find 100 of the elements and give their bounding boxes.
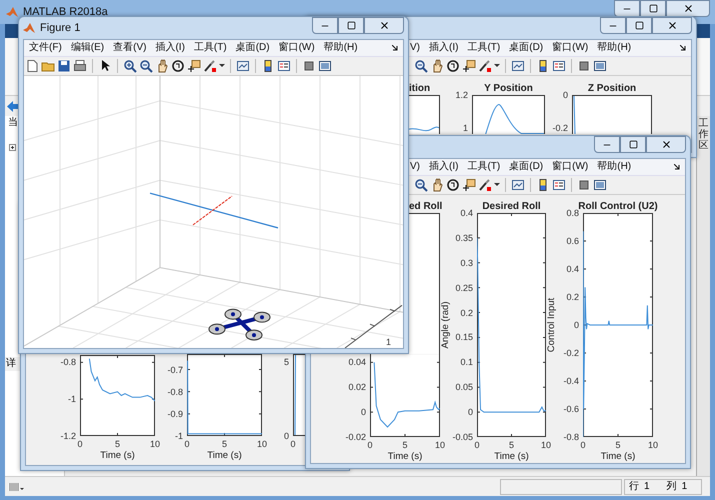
menu-item[interactable]: 帮助(H): [597, 160, 632, 174]
square-icon[interactable]: [577, 59, 591, 73]
y-axis-label: Control Input: [544, 298, 558, 352]
menu-item[interactable]: 文件(F): [29, 41, 62, 55]
zoom-out-icon[interactable]: [414, 59, 428, 73]
menu-item[interactable]: 工具(T): [194, 41, 227, 55]
brush-icon[interactable]: [478, 59, 492, 73]
legend-icon[interactable]: [277, 59, 291, 73]
data-cursor-icon[interactable]: [462, 59, 476, 73]
y-tick-label: 0.15: [455, 331, 473, 344]
y-tick-label: 0.8: [566, 208, 579, 219]
x-tick-label: 0: [368, 439, 372, 451]
window-title: Figure 1: [40, 20, 80, 36]
legend-icon[interactable]: [552, 59, 566, 73]
square-icon[interactable]: [302, 59, 316, 73]
menu-item[interactable]: 桌面(D): [509, 160, 544, 174]
menu-item[interactable]: 窗口(W): [552, 160, 588, 174]
panel-header: 当: [7, 116, 19, 130]
new-file-icon[interactable]: [25, 59, 39, 73]
maximize-icon: [346, 21, 356, 30]
panel-icon[interactable]: [593, 59, 607, 73]
maximize-button[interactable]: [620, 136, 646, 153]
menu-item[interactable]: V): [410, 160, 420, 174]
close-icon: [666, 20, 678, 31]
y-tick-label: 0.4: [566, 263, 579, 275]
brush-icon[interactable]: [478, 178, 492, 192]
menu-item[interactable]: 插入(I): [429, 160, 458, 174]
menu-item[interactable]: 工具(T): [467, 160, 500, 174]
y-tick-label: 5: [284, 356, 289, 368]
rotate-icon[interactable]: [446, 178, 460, 192]
menu-item[interactable]: 帮助(H): [597, 41, 632, 55]
brush-icon[interactable]: [203, 59, 217, 73]
zoom-out-icon[interactable]: [414, 178, 428, 192]
column-label: 列: [666, 480, 677, 494]
close-icon: [682, 3, 694, 14]
minimize-button[interactable]: [614, 0, 640, 17]
y-axis-label: Angle (rad): [438, 302, 452, 348]
print-icon[interactable]: [73, 59, 87, 73]
panel-icon[interactable]: [318, 59, 332, 73]
menu-item[interactable]: 查看(V): [113, 41, 146, 55]
grip-icon[interactable]: [9, 482, 25, 492]
column-value: 1: [682, 480, 688, 494]
zoom-in-icon[interactable]: [123, 59, 137, 73]
menu-item[interactable]: 窗口(W): [552, 41, 588, 55]
menu-item[interactable]: 编辑(E): [70, 41, 104, 55]
back-arrow-icon[interactable]: [7, 100, 19, 112]
caret-icon[interactable]: [219, 64, 225, 68]
rotate-icon[interactable]: [446, 59, 460, 73]
square-icon[interactable]: [577, 178, 591, 192]
y-tick-label: 0.6: [566, 235, 579, 247]
expand-icon[interactable]: [9, 144, 16, 151]
data-line: [374, 362, 440, 428]
data-cursor-icon[interactable]: [462, 178, 476, 192]
x-axis-label: Time (s): [600, 450, 636, 464]
y-tick-label: 0: [284, 430, 289, 442]
panel-icon[interactable]: [593, 178, 607, 192]
menu-item[interactable]: 帮助(H): [324, 41, 358, 55]
save-icon[interactable]: [57, 59, 71, 73]
menu-item[interactable]: 插入(I): [429, 41, 458, 55]
close-button[interactable]: [364, 17, 404, 34]
menu-item[interactable]: V): [410, 41, 420, 55]
close-button[interactable]: [666, 0, 710, 17]
close-icon: [660, 139, 672, 150]
link-icon[interactable]: [236, 59, 250, 73]
close-button[interactable]: [646, 136, 686, 153]
maximize-button[interactable]: [338, 17, 364, 34]
menu-item[interactable]: 桌面(D): [236, 41, 270, 55]
zoom-out-icon[interactable]: [139, 59, 153, 73]
close-button[interactable]: [652, 17, 692, 34]
y-tick-label: -0.05: [452, 431, 473, 443]
y-tick-label: -0.9: [167, 408, 183, 420]
plot-title: ed Roll: [409, 200, 442, 214]
menu-item[interactable]: 工具(T): [467, 41, 500, 55]
link-icon[interactable]: [511, 178, 525, 192]
y-tick-label: -0.7: [167, 364, 183, 376]
workspace-tab[interactable]: 工作区: [696, 116, 710, 476]
caret-icon[interactable]: [494, 183, 500, 187]
link-icon[interactable]: [511, 59, 525, 73]
y-tick-label: -0.4: [563, 375, 579, 387]
caret-icon[interactable]: [494, 64, 500, 68]
menu-item[interactable]: 窗口(W): [278, 41, 315, 55]
close-icon: [378, 20, 390, 31]
y-tick-label: -0.2: [563, 347, 579, 359]
x-tick-label: 10: [150, 438, 160, 450]
dock-arrow-icon[interactable]: [674, 164, 681, 170]
legend-icon[interactable]: [552, 178, 566, 192]
data-cursor-icon[interactable]: [187, 59, 201, 73]
menu-item[interactable]: 插入(I): [155, 41, 185, 55]
rotate-icon[interactable]: [171, 59, 185, 73]
dock-arrow-icon[interactable]: [680, 44, 687, 52]
y-tick-label: 0.05: [455, 381, 473, 394]
data-line: [88, 358, 155, 402]
menu-item[interactable]: 桌面(D): [509, 41, 544, 55]
row-label: 行: [629, 480, 639, 494]
x-tick-label: 10: [648, 439, 658, 451]
dock-arrow-icon[interactable]: [392, 44, 399, 52]
maximize-button[interactable]: [640, 0, 666, 17]
maximize-button[interactable]: [626, 17, 652, 34]
x-tick-label: 5: [509, 439, 514, 451]
y-tick-label: 0: [360, 406, 366, 418]
